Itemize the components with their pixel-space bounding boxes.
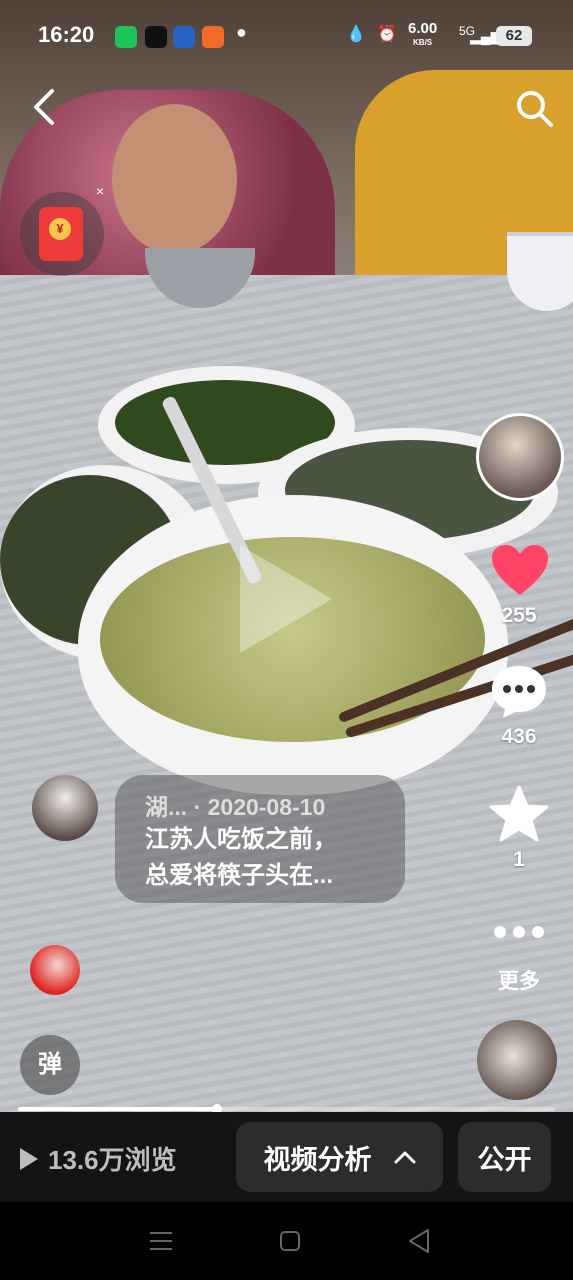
play-icon[interactable]	[240, 545, 332, 653]
like-count: 255	[501, 604, 537, 627]
video-frame[interactable]	[0, 0, 573, 1112]
favorite-star-icon[interactable]	[489, 785, 549, 843]
notification-dot-icon: ●	[236, 22, 247, 42]
search-icon[interactable]	[514, 88, 554, 128]
commenter-avatar[interactable]	[30, 945, 80, 995]
video-progress-bar[interactable]	[18, 1104, 555, 1114]
red-packet-coin: ¥	[49, 218, 71, 240]
status-time: 16:20	[38, 22, 95, 47]
chevron-up-icon	[394, 1151, 415, 1164]
post-date: · 2020-08-10	[193, 794, 326, 820]
video-analysis-button[interactable]: 视频分析	[236, 1122, 443, 1192]
author-handle[interactable]: 湖...	[145, 794, 187, 820]
view-count-label: 13.6万浏览	[48, 1145, 177, 1175]
comment-count: 436	[501, 725, 537, 748]
more-dots-icon[interactable]	[492, 922, 546, 942]
system-nav-bar	[0, 1202, 573, 1280]
home-square-icon[interactable]	[279, 1230, 301, 1252]
red-packet-widget[interactable]: ¥	[20, 192, 104, 276]
comment-icon[interactable]	[489, 663, 549, 721]
network-speed-value: 6.00	[408, 20, 438, 37]
app-icon	[173, 26, 195, 48]
caption-author-avatar[interactable]	[32, 775, 98, 841]
caption-meta[interactable]: 湖... · 2020-08-10	[145, 788, 325, 822]
back-icon[interactable]	[30, 88, 60, 126]
network-speed-unit: KB/S	[413, 38, 433, 47]
app-icon	[202, 26, 224, 48]
water-drop-icon: 💧	[346, 26, 366, 43]
public-button[interactable]: 公开	[458, 1122, 551, 1192]
play-count-icon	[20, 1147, 38, 1170]
recents-menu-icon[interactable]	[149, 1230, 173, 1252]
red-packet-close-icon[interactable]: ×	[96, 183, 104, 199]
battery-icon: 62	[496, 26, 532, 46]
author-avatar[interactable]	[476, 413, 564, 501]
back-triangle-icon[interactable]	[407, 1228, 431, 1254]
video-analysis-label: 视频分析	[263, 1144, 372, 1175]
more-label[interactable]: 更多	[474, 965, 564, 995]
danmu-toggle-button[interactable]: 弹	[20, 1035, 80, 1095]
video-progress-fill	[18, 1107, 217, 1111]
wechat-icon	[115, 26, 137, 48]
douyin-icon	[145, 26, 167, 48]
view-count: 13.6万浏览	[20, 1140, 177, 1177]
caption-text[interactable]: 江苏人吃饭之前， 总爱将筷子头在...	[145, 822, 395, 894]
favorite-count: 1	[513, 848, 525, 871]
music-disc-icon[interactable]	[477, 1020, 557, 1100]
like-heart-icon[interactable]	[490, 543, 550, 598]
caption-line-2: 总爱将筷子头在...	[145, 862, 334, 889]
caption-line-1: 江苏人吃饭之前，	[145, 826, 337, 853]
network-speed: 6.00 KB/S	[408, 20, 438, 50]
alarm-icon: ⏰	[377, 26, 397, 43]
